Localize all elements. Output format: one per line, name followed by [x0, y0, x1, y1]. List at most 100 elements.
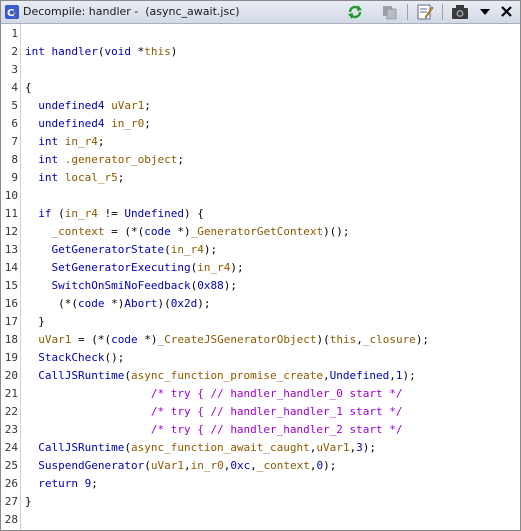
code-token: } — [25, 315, 45, 328]
code-token: _context — [51, 225, 105, 238]
code-token: , — [183, 459, 191, 472]
code-token: , — [389, 369, 396, 382]
code-token: code — [144, 225, 171, 238]
code-token: Undefined — [329, 369, 390, 382]
code-token: uVar1 — [111, 99, 145, 112]
code-token: Undefined — [124, 207, 184, 220]
code-token: int — [25, 45, 45, 58]
code-token: this — [144, 45, 171, 58]
decompile-icon: C f — [5, 5, 19, 19]
code-line[interactable]: CallJSRuntime(async_function_promise_cre… — [25, 369, 416, 382]
line-number: 25 — [4, 459, 18, 472]
code-line[interactable]: int local_r5; — [25, 171, 124, 184]
code-token: ; — [144, 117, 151, 130]
line-number: 12 — [4, 225, 18, 238]
code-token: if — [38, 207, 52, 220]
line-number: 18 — [4, 333, 18, 346]
code-line[interactable]: SuspendGenerator(uVar1,in_r0,0xc,_contex… — [25, 459, 336, 472]
code-line[interactable]: GetGeneratorState(in_r4); — [25, 243, 218, 256]
code-token: *) — [170, 225, 191, 238]
code-token: 0x88 — [197, 279, 224, 292]
code-token: * — [130, 45, 145, 58]
code-line[interactable]: { — [25, 81, 32, 94]
line-number: 11 — [4, 207, 18, 220]
code-line[interactable]: SwitchOnSmiNoFeedback(0x88); — [25, 279, 237, 292]
code-token: int — [38, 171, 59, 184]
code-token: undefined4 — [38, 117, 105, 130]
code-line[interactable]: int .generator_object; — [25, 153, 184, 166]
code-token: SwitchOnSmiNoFeedback — [51, 279, 191, 292]
code-line[interactable]: int handler(void *this) — [25, 45, 177, 58]
code-token: code — [111, 333, 138, 346]
code-token: uVar1 — [38, 333, 72, 346]
line-number: 16 — [4, 297, 18, 310]
line-number-gutter: 1 2 3 4 5 6 7 8 9 10 11 12 13 14 15 16 17 18 19 20 21 22 23 24 2… — [1, 24, 21, 530]
code-token: int — [38, 153, 59, 166]
code-token: , — [250, 459, 257, 472]
code-token: .generator_object — [64, 153, 178, 166]
close-icon[interactable] — [498, 4, 516, 20]
code-token: /* try { // handler_handler_1 start */ — [150, 405, 403, 418]
code-line[interactable]: CallJSRuntime(async_function_await_caugh… — [25, 441, 376, 454]
code-line[interactable]: _context = (*(code *)_GeneratorGetContex… — [25, 225, 350, 238]
code-line[interactable]: /* try { // handler_handler_1 start */ — [25, 405, 403, 418]
line-number: 5 — [11, 99, 18, 112]
code-token: 0xc — [230, 459, 251, 472]
code-line[interactable]: return 9; — [25, 477, 98, 490]
refresh-icon[interactable] — [346, 4, 364, 20]
code-token: } — [25, 495, 32, 508]
code-line[interactable]: /* try { // handler_handler_2 start */ — [25, 423, 403, 436]
code-line[interactable]: SetGeneratorExecuting(in_r4); — [25, 261, 244, 274]
code-line[interactable]: uVar1 = (*(code *)_CreateJSGeneratorObje… — [25, 333, 429, 346]
line-number: 10 — [4, 189, 18, 202]
line-number: 20 — [4, 369, 18, 382]
code-line[interactable]: undefined4 in_r0; — [25, 117, 151, 130]
code-token: ( — [164, 243, 171, 256]
snapshot-icon[interactable] — [451, 4, 469, 20]
code-token: ( — [124, 369, 131, 382]
line-number: 24 — [4, 441, 18, 454]
code-line[interactable]: (*(code *)Abort)(0x2d); — [25, 297, 210, 310]
edit-icon[interactable] — [416, 4, 434, 20]
code-line[interactable]: if (in_r4 != Undefined) { — [25, 207, 204, 220]
decompile-window: C f Decompile: handler - (async_await.js… — [0, 0, 521, 531]
code-token: = (*( — [71, 333, 112, 346]
dropdown-icon[interactable] — [476, 4, 494, 20]
code-line[interactable]: StackCheck(); — [25, 351, 124, 364]
code-token: in_r4 — [170, 243, 204, 256]
code-token: async_function_promise_create — [130, 369, 324, 382]
code-token: ; — [144, 99, 151, 112]
code-line[interactable]: } — [25, 495, 32, 508]
code-token: handler — [51, 45, 98, 58]
code-token: /* try { // handler_handler_2 start */ — [150, 423, 403, 436]
code-line[interactable]: } — [25, 315, 45, 328]
code-token: Abort — [124, 297, 158, 310]
code-token: _closure — [362, 333, 416, 346]
line-number: 6 — [11, 117, 18, 130]
line-number: 21 — [4, 387, 18, 400]
code-token: void — [104, 45, 131, 58]
copy-icon[interactable] — [381, 4, 399, 20]
title-bar: C f Decompile: handler - (async_await.js… — [1, 1, 520, 24]
code-token: )(); — [323, 225, 350, 238]
code-token: uVar1 — [150, 459, 184, 472]
code-token: SetGeneratorExecuting — [51, 261, 191, 274]
code-token: _CreateJSGeneratorObject — [157, 333, 317, 346]
code-line[interactable]: undefined4 uVar1; — [25, 99, 151, 112]
code-line[interactable]: /* try { // handler_handler_0 start */ — [25, 387, 403, 400]
code-line[interactable]: int in_r4; — [25, 135, 104, 148]
